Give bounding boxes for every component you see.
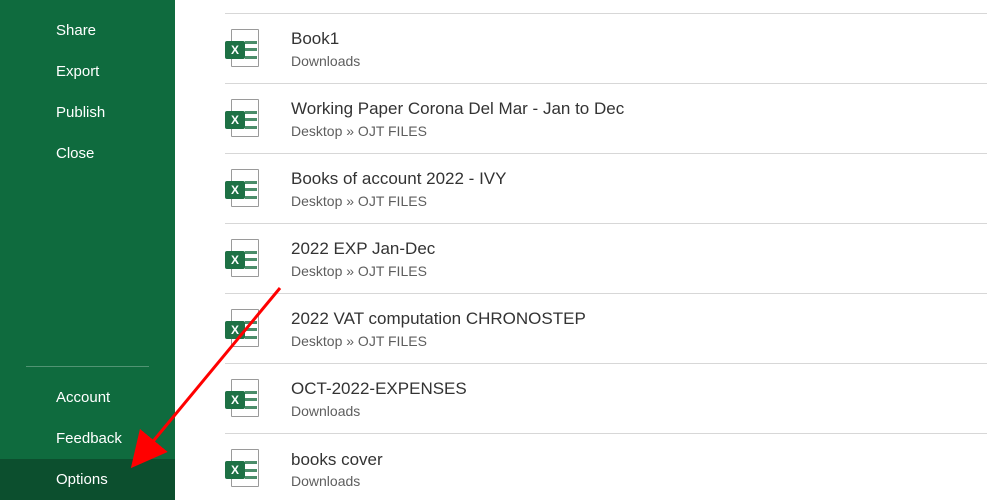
sidebar-item-label: Publish — [56, 104, 105, 121]
excel-file-icon: X — [225, 169, 259, 209]
file-icon-col: X — [225, 379, 291, 419]
file-path: Desktop » OJT FILES — [291, 193, 506, 209]
header-icon-col — [225, 0, 291, 7]
file-meta: Books of account 2022 - IVY Desktop » OJ… — [291, 168, 506, 208]
excel-file-icon: X — [225, 29, 259, 69]
file-list: Name X Book1 Downloads X Working Paper C… — [175, 0, 1001, 500]
sidebar-item-publish[interactable]: Publish — [0, 92, 175, 133]
file-path: Desktop » OJT FILES — [291, 333, 586, 349]
excel-file-icon: X — [225, 239, 259, 279]
file-row[interactable]: X books cover Downloads — [225, 434, 987, 500]
sidebar-item-export[interactable]: Export — [0, 51, 175, 92]
sidebar-item-label: Account — [56, 389, 110, 406]
file-row[interactable]: X Books of account 2022 - IVY Desktop » … — [225, 154, 987, 224]
file-title: Books of account 2022 - IVY — [291, 168, 506, 190]
sidebar-item-label: Options — [56, 471, 108, 488]
excel-file-icon: X — [225, 449, 259, 489]
sidebar-item-label: Share — [56, 22, 96, 39]
file-icon-col: X — [225, 239, 291, 279]
excel-file-icon: X — [225, 309, 259, 349]
file-icon-col: X — [225, 449, 291, 489]
file-row[interactable]: X Book1 Downloads — [225, 14, 987, 84]
excel-file-icon: X — [225, 99, 259, 139]
file-title: OCT-2022-EXPENSES — [291, 378, 467, 400]
file-row[interactable]: X OCT-2022-EXPENSES Downloads — [225, 364, 987, 434]
file-title: Working Paper Corona Del Mar - Jan to De… — [291, 98, 624, 120]
file-meta: books cover Downloads — [291, 449, 383, 489]
file-icon-col: X — [225, 99, 291, 139]
file-path: Downloads — [291, 403, 467, 419]
file-path: Downloads — [291, 53, 360, 69]
file-meta: 2022 VAT computation CHRONOSTEP Desktop … — [291, 308, 586, 348]
file-row[interactable]: X 2022 EXP Jan-Dec Desktop » OJT FILES — [225, 224, 987, 294]
file-list-header[interactable]: Name — [225, 0, 987, 14]
sidebar-item-label: Export — [56, 63, 99, 80]
sidebar-item-close[interactable]: Close — [0, 133, 175, 174]
file-meta: Book1 Downloads — [291, 28, 360, 68]
sidebar-item-options[interactable]: Options — [0, 459, 175, 500]
file-icon-col: X — [225, 29, 291, 69]
file-path: Downloads — [291, 473, 383, 489]
sidebar-bottom-group: Account Feedback Options — [0, 352, 175, 500]
sidebar-item-share[interactable]: Share — [0, 10, 175, 51]
sidebar-item-feedback[interactable]: Feedback — [0, 418, 175, 459]
app-root: Share Export Publish Close Account Feedb… — [0, 0, 1001, 500]
excel-file-icon: X — [225, 379, 259, 419]
file-title: 2022 VAT computation CHRONOSTEP — [291, 308, 586, 330]
file-meta: Working Paper Corona Del Mar - Jan to De… — [291, 98, 624, 138]
file-row[interactable]: X 2022 VAT computation CHRONOSTEP Deskto… — [225, 294, 987, 364]
file-title: Book1 — [291, 28, 360, 50]
sidebar-item-account[interactable]: Account — [0, 377, 175, 418]
sidebar-item-label: Close — [56, 145, 94, 162]
sidebar-divider — [26, 366, 149, 367]
file-row[interactable]: X Working Paper Corona Del Mar - Jan to … — [225, 84, 987, 154]
file-title: books cover — [291, 449, 383, 471]
sidebar-item-label: Feedback — [56, 430, 122, 447]
file-icon-col: X — [225, 309, 291, 349]
backstage-sidebar: Share Export Publish Close Account Feedb… — [0, 0, 175, 500]
file-meta: 2022 EXP Jan-Dec Desktop » OJT FILES — [291, 238, 435, 278]
file-meta: OCT-2022-EXPENSES Downloads — [291, 378, 467, 418]
file-title: 2022 EXP Jan-Dec — [291, 238, 435, 260]
recent-files-panel: Name X Book1 Downloads X Working Paper C… — [175, 0, 1001, 500]
file-path: Desktop » OJT FILES — [291, 263, 435, 279]
file-path: Desktop » OJT FILES — [291, 123, 624, 139]
sidebar-top-group: Share Export Publish Close — [0, 0, 175, 352]
file-icon-col: X — [225, 169, 291, 209]
